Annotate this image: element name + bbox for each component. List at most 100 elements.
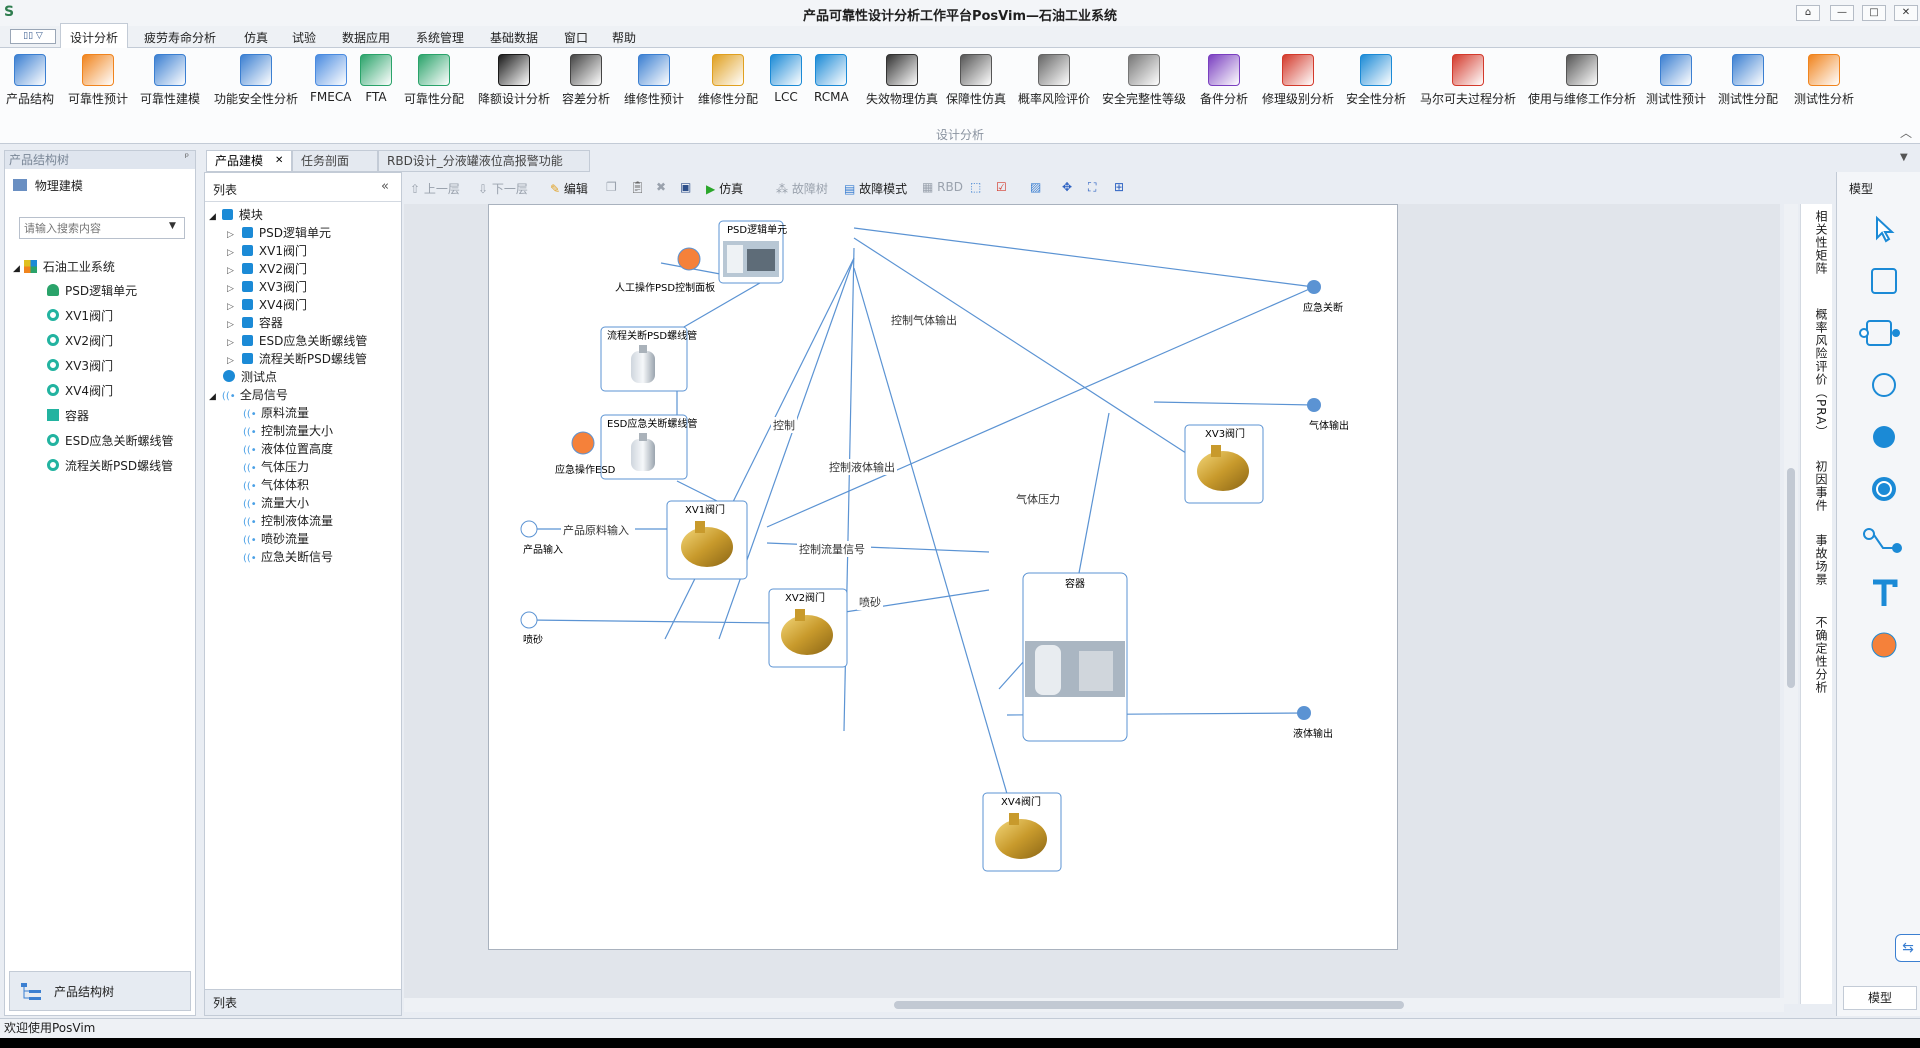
tree-item[interactable]: XV2阀门 [47, 331, 113, 351]
floating-remote-icon[interactable]: ⇆ [1895, 934, 1920, 962]
menu-design-analysis[interactable]: 设计分析 [70, 29, 118, 46]
menu-base-data[interactable]: 基础数据 [490, 29, 538, 46]
tab-rbd-design[interactable]: RBD设计_分液罐液位高报警功能 [378, 150, 590, 172]
port-product-input[interactable]: 产品输入 [520, 520, 563, 556]
down-level-button[interactable]: ⇩ 下一层 [478, 180, 528, 197]
collapse-arrow-icon[interactable]: ◢ [209, 392, 216, 402]
ribbon-button-15[interactable]: 概率风险评价 [1018, 52, 1090, 116]
ribbon-button-17[interactable]: 备件分析 [1200, 52, 1248, 116]
fault-tree-button[interactable]: ⁂ 故障树 [776, 180, 828, 197]
pointer-tool-icon[interactable] [1869, 214, 1899, 244]
rbd-button[interactable]: ▦ RBD [922, 180, 963, 194]
vertical-scrollbar[interactable] [1784, 204, 1798, 1004]
ribbon-button-12[interactable]: RCMA [814, 52, 849, 116]
ribbon-button-13[interactable]: 失效物理仿真 [866, 52, 938, 116]
list-signal-item[interactable]: ((• 气体体积 [243, 475, 309, 495]
test-point-tool-icon[interactable] [1869, 474, 1899, 504]
expand-arrow-icon[interactable]: ▷ [227, 356, 234, 366]
horizontal-scrollbar[interactable] [404, 998, 1784, 1012]
horizontal-scroll-thumb[interactable] [894, 1001, 1404, 1009]
ribbon-button-19[interactable]: 安全性分析 [1346, 52, 1406, 116]
fault-mode-button[interactable]: ▤ 故障模式 [844, 180, 907, 197]
expand-arrow-icon[interactable]: ▷ [227, 302, 234, 312]
model-footer-tab[interactable]: 模型 [1843, 986, 1917, 1010]
side-tab-pra[interactable]: 概率风险评价（PRA） [1813, 308, 1830, 438]
menu-system-mgmt[interactable]: 系统管理 [416, 29, 464, 46]
paste-icon[interactable]: 📋︎ [630, 180, 645, 194]
ribbon-button-7[interactable]: 降额设计分析 [478, 52, 550, 116]
side-tab-uncertainty[interactable]: 不确定性分析 [1813, 616, 1830, 694]
tab-mission-profile[interactable]: 任务剖面 [292, 150, 378, 172]
minimize-button[interactable]: — [1830, 5, 1854, 21]
menu-help[interactable]: 帮助 [612, 29, 636, 46]
component-flow-solenoid[interactable]: 流程关断PSD螺线管 [600, 326, 697, 392]
port-manual-panel[interactable]: 人工操作PSD控制面板 [615, 247, 715, 294]
circle-tool-icon[interactable] [1869, 370, 1899, 400]
connector-tool-icon[interactable] [1861, 526, 1905, 556]
delete-icon[interactable]: ✖ [656, 180, 666, 194]
port-gas-output[interactable]: 气体输出 [1307, 398, 1349, 432]
list-module-item[interactable]: ▷ XV1阀门 [227, 241, 307, 261]
port-emergency-shutdown[interactable]: 应急关断 [1303, 280, 1343, 314]
component-psd[interactable]: PSD逻辑单元 [718, 220, 787, 284]
menu-window[interactable]: 窗口 [564, 29, 588, 46]
collapse-arrow-icon[interactable]: ◢ [209, 212, 216, 222]
ribbon-button-1[interactable]: 可靠性预计 [68, 52, 128, 116]
list-module-item[interactable]: ▷ XV2阀门 [227, 259, 307, 279]
collapse-panel-icon[interactable]: « [381, 179, 389, 194]
align-icon[interactable]: ⊞ [1114, 180, 1124, 194]
maximize-button[interactable]: □ [1862, 5, 1886, 21]
tree-item[interactable]: XV3阀门 [47, 356, 113, 376]
expand-arrow-icon[interactable]: ▷ [227, 230, 234, 240]
tab-dropdown-icon[interactable]: ▼ [1900, 152, 1908, 163]
tree-item[interactable]: PSD逻辑单元 [47, 281, 137, 301]
restore-icon[interactable]: ⌂ [1796, 5, 1820, 21]
tab-product-modeling[interactable]: 产品建模 ✕ [206, 150, 292, 172]
tree-item[interactable]: 容器 [47, 406, 89, 426]
ribbon-button-23[interactable]: 测试性分配 [1718, 52, 1778, 116]
filled-circle-tool-icon[interactable] [1869, 422, 1899, 452]
ribbon-button-10[interactable]: 维修性分配 [698, 52, 758, 116]
edit-button[interactable]: ✎ 编辑 [550, 180, 588, 197]
tree-root-oil-system[interactable]: ◢ 石油工业系统 [13, 257, 115, 277]
list-module-item[interactable]: ▷ 容器 [227, 313, 283, 333]
list-module-item[interactable]: ▷ PSD逻辑单元 [227, 223, 331, 243]
ribbon-button-18[interactable]: 修理级别分析 [1262, 52, 1334, 116]
close-button[interactable]: ✕ [1894, 5, 1918, 21]
ribbon-button-24[interactable]: 测试性分析 [1794, 52, 1854, 116]
text-tool-icon[interactable] [1869, 578, 1899, 608]
move-icon[interactable]: ✥ [1062, 180, 1072, 194]
ribbon-button-9[interactable]: 维修性预计 [624, 52, 684, 116]
ribbon-button-16[interactable]: 安全完整性等级 [1102, 52, 1186, 116]
expand-arrow-icon[interactable]: ▷ [227, 320, 234, 330]
search-input[interactable] [19, 217, 185, 239]
collapse-arrow-icon[interactable]: ◢ [13, 264, 20, 274]
side-tab-correlation-matrix[interactable]: 相关性矩阵 [1813, 210, 1830, 275]
list-signal-item[interactable]: ((• 控制液体流量 [243, 511, 333, 531]
list-signal-item[interactable]: ((• 控制流量大小 [243, 421, 333, 441]
ribbon-button-22[interactable]: 测试性预计 [1646, 52, 1706, 116]
ribbon-button-14[interactable]: 保障性仿真 [946, 52, 1006, 116]
list-test-points[interactable]: 测试点 [223, 367, 277, 387]
side-tab-initiating-event[interactable]: 初因事件 [1813, 460, 1830, 512]
ribbon-button-2[interactable]: 可靠性建模 [140, 52, 200, 116]
tree-item[interactable]: XV1阀门 [47, 306, 113, 326]
tree-item[interactable]: XV4阀门 [47, 381, 113, 401]
image-icon[interactable]: ▨ [1030, 180, 1041, 194]
search-dropdown-icon[interactable]: ▼ [169, 221, 176, 231]
ribbon-button-5[interactable]: FTA [360, 52, 392, 116]
vertical-scroll-thumb[interactable] [1787, 468, 1795, 688]
menu-data-app[interactable]: 数据应用 [342, 29, 390, 46]
component-xv3[interactable]: XV3阀门 [1184, 424, 1264, 504]
expand-arrow-icon[interactable]: ▷ [227, 266, 234, 276]
diagram-canvas[interactable]: 控制气体输出 控制 控制液体输出 气体压力 产品原料输入 控制流量信号 喷砂 P… [488, 204, 1398, 950]
close-icon[interactable]: ✕ [275, 151, 283, 171]
ribbon-button-0[interactable]: 产品结构 [6, 52, 54, 116]
list-modules-group[interactable]: ◢ 模块 [209, 205, 263, 225]
component-xv4[interactable]: XV4阀门 [982, 792, 1062, 872]
tree-item[interactable]: 流程关断PSD螺线管 [47, 456, 173, 476]
select-region-icon[interactable]: ⬚ [970, 180, 981, 194]
list-signal-item[interactable]: ((• 气体压力 [243, 457, 309, 477]
ribbon-button-6[interactable]: 可靠性分配 [404, 52, 464, 116]
list-module-item[interactable]: ▷ XV4阀门 [227, 295, 307, 315]
